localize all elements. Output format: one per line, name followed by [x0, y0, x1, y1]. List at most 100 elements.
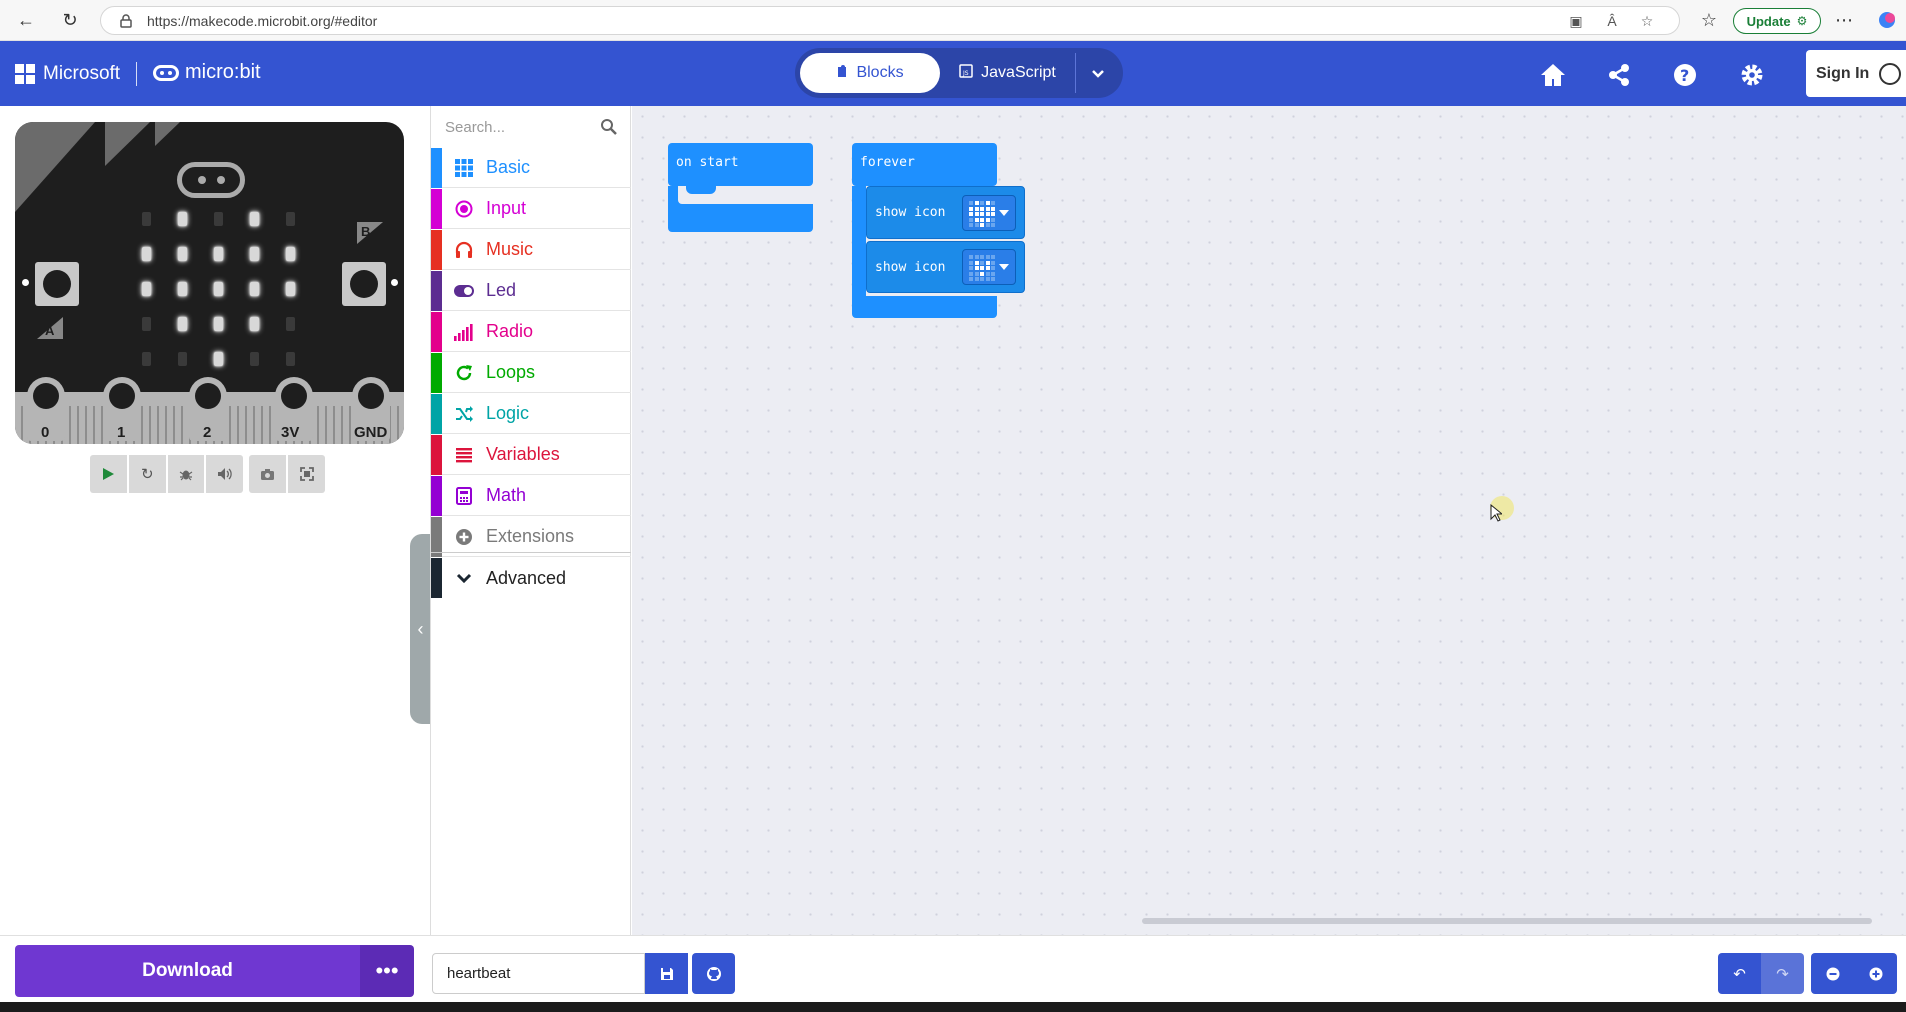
help-icon[interactable]: ? — [1670, 61, 1700, 89]
led-2-2 — [214, 282, 223, 296]
led-4-4 — [286, 352, 295, 366]
category-led[interactable]: Led — [431, 270, 631, 311]
category-advanced[interactable]: Advanced — [431, 558, 631, 598]
icon-picker-2[interactable] — [962, 249, 1016, 285]
category-color-bar — [431, 516, 442, 557]
category-extensions[interactable]: Extensions — [431, 516, 631, 557]
debug-icon[interactable] — [167, 455, 205, 493]
url-text[interactable]: https://makecode.microbit.org/#editor — [147, 13, 377, 29]
download-button[interactable]: Download — [15, 945, 360, 997]
category-basic[interactable]: Basic — [431, 147, 631, 188]
chevron-down-icon — [1091, 65, 1105, 81]
icon-pixel — [985, 277, 990, 281]
play-icon[interactable] — [90, 455, 127, 493]
update-button[interactable]: Update ⚙ — [1733, 8, 1821, 34]
language-dropdown[interactable] — [1075, 53, 1119, 93]
category-loops[interactable]: Loops — [431, 352, 631, 393]
lock-icon[interactable] — [117, 12, 135, 30]
settings-icon[interactable] — [1737, 61, 1767, 89]
collapse-simulator-handle[interactable]: ‹ — [410, 534, 431, 724]
button-a[interactable] — [35, 262, 79, 306]
icon-pixel — [974, 260, 979, 265]
icon-pixel — [974, 217, 979, 222]
zoom-out-icon — [1826, 967, 1839, 980]
on-start-block[interactable]: on start — [668, 143, 813, 186]
category-color-bar — [431, 352, 442, 393]
tab-javascript[interactable]: JS JavaScript — [945, 53, 1070, 93]
app-icon[interactable]: ▣ — [1567, 12, 1585, 30]
category-basic-label: Basic — [486, 157, 531, 177]
zoom-out-button[interactable] — [1811, 953, 1854, 994]
category-logic[interactable]: Logic — [431, 393, 631, 434]
blocks-workspace[interactable]: on start forever show icon show icon — [632, 106, 1906, 935]
github-button[interactable] — [692, 953, 735, 994]
icon-pixel — [980, 201, 984, 205]
show-icon-block-2[interactable]: show icon — [866, 241, 1025, 293]
redo-button[interactable]: ↷ — [1761, 953, 1804, 994]
restart-icon[interactable]: ↻ — [128, 455, 166, 493]
address-bar[interactable]: https://makecode.microbit.org/#editor ▣ … — [100, 6, 1680, 35]
icon-pixel — [980, 255, 984, 259]
home-icon[interactable] — [1538, 61, 1568, 89]
tab-blocks[interactable]: Blocks — [800, 53, 940, 93]
category-color-bar — [431, 229, 442, 270]
undo-button[interactable]: ↶ — [1718, 953, 1761, 994]
bottom-bar: Download ••• ↶ ↷ — [0, 935, 1906, 1002]
microbit-logo[interactable]: micro:bit — [153, 61, 261, 84]
search-icon[interactable] — [600, 118, 618, 136]
save-icon — [660, 967, 673, 980]
back-icon[interactable]: ← — [15, 9, 37, 31]
category-color-bar — [431, 188, 442, 229]
button-b-label: B — [361, 224, 371, 239]
share-icon[interactable] — [1604, 61, 1634, 89]
show-icon-label-2: show icon — [875, 259, 946, 275]
icon-pixel — [991, 217, 995, 222]
led-4-1 — [178, 352, 187, 366]
read-aloud-icon[interactable]: Â — [1603, 12, 1621, 30]
led-0-3 — [250, 212, 259, 226]
category-music[interactable]: Music — [431, 229, 631, 270]
microsoft-logo[interactable]: Microsoft — [15, 63, 120, 85]
fullscreen-icon[interactable] — [288, 455, 325, 493]
category-math[interactable]: Math — [431, 475, 631, 516]
project-name-input[interactable] — [432, 953, 645, 994]
screenshot-icon[interactable] — [249, 455, 287, 493]
icon-pixel — [969, 277, 973, 281]
pin-label-3v: 3V — [281, 424, 300, 441]
redo-icon: ↷ — [1776, 965, 1789, 983]
favorite-star-icon[interactable]: ☆ — [1638, 12, 1656, 30]
category-music-label: Music — [486, 239, 534, 259]
reload-icon[interactable]: ↻ — [59, 9, 81, 31]
show-icon-block-1[interactable]: show icon — [866, 186, 1025, 239]
touch-logo[interactable] — [177, 162, 245, 198]
category-variables-label: Variables — [486, 444, 560, 464]
icon-preview-2 — [969, 255, 997, 281]
icon-pixel — [991, 260, 995, 265]
download-more-button[interactable]: ••• — [360, 945, 414, 997]
copilot-icon[interactable] — [1876, 9, 1898, 31]
editor-toggle: Blocks JS JavaScript — [795, 48, 1123, 98]
forever-block[interactable]: forever — [852, 143, 997, 186]
more-menu-icon[interactable]: ⋯ — [1833, 9, 1855, 31]
led-1-0 — [142, 247, 151, 261]
pin-label-0: 0 — [41, 424, 50, 441]
sign-in-button[interactable]: Sign In — [1806, 50, 1906, 97]
button-a-label: A — [45, 323, 55, 338]
search-input[interactable] — [445, 116, 595, 138]
icon-picker-1[interactable] — [962, 195, 1016, 231]
zoom-in-button[interactable] — [1854, 953, 1897, 994]
led-1-1 — [178, 247, 187, 261]
category-input[interactable]: Input — [431, 188, 631, 229]
button-b[interactable] — [342, 262, 386, 306]
mute-icon[interactable] — [206, 455, 244, 493]
list-icon — [442, 447, 486, 463]
save-button[interactable] — [645, 953, 688, 994]
category-radio[interactable]: Radio — [431, 311, 631, 352]
horizontal-scrollbar[interactable] — [1142, 918, 1872, 924]
favorites-icon[interactable]: ☆ — [1698, 9, 1720, 31]
tab-blocks-label: Blocks — [856, 64, 904, 81]
led-1-4 — [286, 247, 295, 261]
svg-text:JS: JS — [962, 70, 969, 77]
icon-pixel — [969, 212, 973, 216]
category-variables[interactable]: Variables — [431, 434, 631, 475]
